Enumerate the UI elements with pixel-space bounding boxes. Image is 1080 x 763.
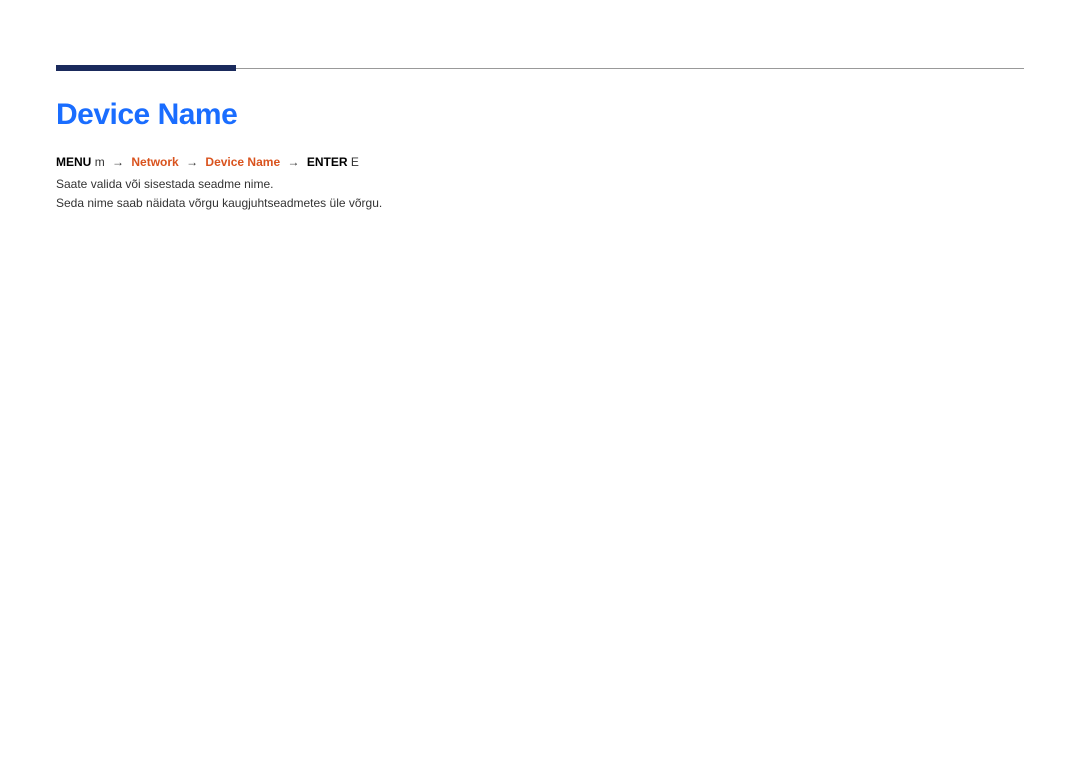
nav-path-network: Network (131, 155, 178, 169)
nav-menu-symbol: m (95, 155, 105, 169)
nav-enter-label: ENTER (307, 155, 348, 169)
nav-menu-label: MENU (56, 155, 91, 169)
body-text-line2: Seda nime saab näidata võrgu kaugjuhtsea… (56, 195, 382, 212)
body-text-line1: Saate valida või sisestada seadme nime. (56, 176, 273, 193)
page-title: Device Name (56, 98, 237, 132)
breadcrumb: MENU m → Network → Device Name → ENTER E (56, 155, 359, 169)
arrow-icon: → (112, 155, 124, 169)
arrow-icon: → (287, 155, 299, 169)
accent-bar (56, 65, 236, 71)
nav-enter-symbol: E (351, 155, 359, 169)
nav-path-device-name: Device Name (205, 155, 280, 169)
arrow-icon: → (186, 155, 198, 169)
